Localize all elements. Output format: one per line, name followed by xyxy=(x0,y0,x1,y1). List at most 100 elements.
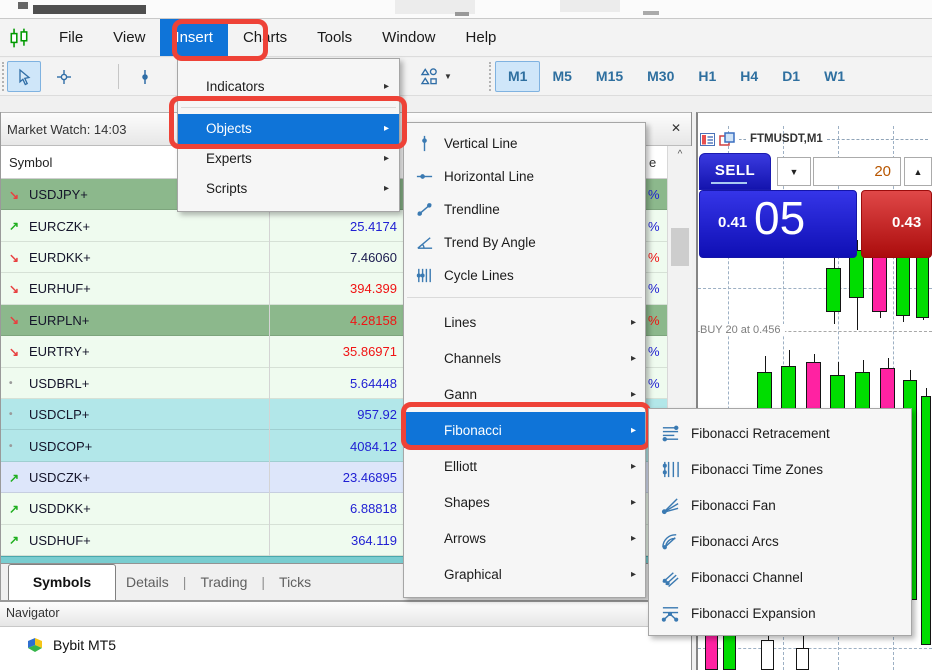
tab-details[interactable]: Details xyxy=(126,574,169,590)
fibonacci-menu-item-fibonacci-arcs[interactable]: Fibonacci Arcs xyxy=(649,523,911,559)
objects-menu-item-gann[interactable]: Gann▸ xyxy=(404,376,645,412)
objects-menu-item-horizontal-line[interactable]: Horizontal Line xyxy=(404,160,645,193)
scrollbar-thumb[interactable] xyxy=(671,228,689,266)
objects-menu-item-shapes[interactable]: Shapes▸ xyxy=(404,484,645,520)
chart-symbol-label: FTMUSDT,M1 xyxy=(750,133,823,145)
toolbar-grip[interactable] xyxy=(489,62,491,91)
objects-menu-item-trend-by-angle[interactable]: Trend By Angle xyxy=(404,226,645,259)
trend-down-icon: ↘ xyxy=(9,251,25,265)
broker-label: Bybit MT5 xyxy=(53,637,116,653)
menu-item-window[interactable]: Window xyxy=(367,19,450,56)
symbol-label: EURCZK+ xyxy=(29,219,90,234)
cursor-tool-button[interactable] xyxy=(7,61,41,92)
fibonacci-menu-item-fibonacci-time-zones[interactable]: Fibonacci Time Zones xyxy=(649,451,911,487)
insert-menu-item-indicators[interactable]: Indicators▸ xyxy=(178,72,399,102)
tab-symbols[interactable]: Symbols xyxy=(8,564,116,600)
fibonacci-menu-item-fibonacci-retracement[interactable]: Fibonacci Retracement xyxy=(649,415,911,451)
tab-separator: | xyxy=(261,574,265,590)
insert-menu-item-experts[interactable]: Experts▸ xyxy=(178,144,399,174)
objects-menu-item-graphical[interactable]: Graphical▸ xyxy=(404,556,645,592)
window-fragment xyxy=(455,12,469,16)
bid-value: 4.28158 xyxy=(253,313,397,328)
dropdown-caret-icon: ▼ xyxy=(444,72,452,81)
menu-item-label: Fibonacci Fan xyxy=(691,498,776,513)
symbol-label: USDDKK+ xyxy=(29,501,91,516)
navigator-broker-item[interactable]: Bybit MT5 xyxy=(0,636,691,653)
timeframe-m30[interactable]: M30 xyxy=(635,61,686,92)
menu-item-label: Elliott xyxy=(444,459,631,474)
symbol-label: USDCZK+ xyxy=(29,470,90,485)
submenu-arrow-icon: ▸ xyxy=(384,72,389,102)
trend-down-icon: ↘ xyxy=(9,313,25,327)
change-percent-fragment: % xyxy=(648,344,660,359)
bid-value: 25.4174 xyxy=(253,219,397,234)
buy-price-button[interactable]: 0.43 xyxy=(861,190,932,258)
inactive-tabs: Details|Trading|Ticks xyxy=(126,564,311,599)
vertical-line-tool-button[interactable] xyxy=(128,61,162,92)
symbol-label: USDBRL+ xyxy=(29,376,89,391)
submenu-arrow-icon: ▸ xyxy=(631,425,636,436)
insert-menu-item-scripts[interactable]: Scripts▸ xyxy=(178,174,399,204)
change-percent-fragment: % xyxy=(648,281,660,296)
tab-trading[interactable]: Trading xyxy=(200,574,247,590)
submenu-arrow-icon: ▸ xyxy=(631,461,636,472)
timeframe-h1[interactable]: H1 xyxy=(686,61,728,92)
objects-menu-item-arrows[interactable]: Arrows▸ xyxy=(404,520,645,556)
timeframe-m15[interactable]: M15 xyxy=(584,61,635,92)
chart-windows-icon[interactable] xyxy=(719,132,735,146)
fibonacci-menu-item-fibonacci-expansion[interactable]: Fibonacci Expansion xyxy=(649,595,911,631)
fibo-expansion-icon xyxy=(649,604,691,623)
menu-item-label: Experts xyxy=(206,151,252,166)
fibonacci-menu-item-fibonacci-channel[interactable]: Fibonacci Channel xyxy=(649,559,911,595)
change-percent-fragment: % xyxy=(648,187,660,202)
objects-menu-item-cycle-lines[interactable]: Cycle Lines xyxy=(404,259,645,292)
gridline-dash xyxy=(739,139,746,140)
menu-item-tools[interactable]: Tools xyxy=(302,19,367,56)
crosshair-tool-button[interactable] xyxy=(47,61,81,92)
objects-menu-item-vertical-line[interactable]: Vertical Line xyxy=(404,127,645,160)
menu-item-help[interactable]: Help xyxy=(451,19,512,56)
fibonacci-menu-item-fibonacci-fan[interactable]: Fibonacci Fan xyxy=(649,487,911,523)
timeframe-m5[interactable]: M5 xyxy=(540,61,583,92)
objects-menu-item-elliott[interactable]: Elliott▸ xyxy=(404,448,645,484)
candle-body xyxy=(872,250,887,312)
objects-toolbar-button[interactable]: ▼ xyxy=(416,61,456,92)
column-header-fragment: e xyxy=(649,155,656,170)
menu-item-label: Horizontal Line xyxy=(444,169,645,184)
volume-field[interactable]: 20 xyxy=(813,157,901,186)
timeframe-w1[interactable]: W1 xyxy=(812,61,857,92)
navigator-title[interactable]: Navigator xyxy=(0,602,691,627)
toolbar-grip[interactable] xyxy=(2,62,4,91)
menu-item-insert[interactable]: Insert xyxy=(160,19,228,56)
menu-item-charts[interactable]: Charts xyxy=(228,19,302,56)
timeframe-m1[interactable]: M1 xyxy=(495,61,540,92)
objects-menu-item-lines[interactable]: Lines▸ xyxy=(404,304,645,340)
trend-up-icon: ↗ xyxy=(9,471,25,485)
objects-menu-item-trendline[interactable]: Trendline xyxy=(404,193,645,226)
insert-menu-item-objects[interactable]: Objects▸ xyxy=(178,114,399,144)
tab-ticks[interactable]: Ticks xyxy=(279,574,311,590)
objects-menu-item-fibonacci[interactable]: Fibonacci▸ xyxy=(404,412,645,448)
timeframe-h4[interactable]: H4 xyxy=(728,61,770,92)
one-click-panel-icon[interactable] xyxy=(700,133,715,146)
menu-separator xyxy=(181,107,396,108)
trend-flat-icon: • xyxy=(9,378,25,389)
bid-value: 364.119 xyxy=(253,533,397,548)
menu-item-view[interactable]: View xyxy=(98,19,160,56)
menu-item-file[interactable]: File xyxy=(44,19,98,56)
objects-submenu: Vertical Line Horizontal Line TrendlineTre… xyxy=(403,122,646,598)
objects-menu-item-channels[interactable]: Channels▸ xyxy=(404,340,645,376)
sell-price-button[interactable]: 0.41 05 xyxy=(699,190,857,258)
navigator-panel: Navigator Bybit MT5 xyxy=(0,600,692,670)
sell-tab[interactable]: SELL xyxy=(699,153,771,190)
volume-up-button[interactable]: ▲ xyxy=(904,157,932,186)
menu-item-label: Vertical Line xyxy=(444,136,645,151)
timeframe-d1[interactable]: D1 xyxy=(770,61,812,92)
candle-body xyxy=(761,640,774,670)
symbol-label: EURTRY+ xyxy=(29,344,90,359)
close-icon[interactable]: ✕ xyxy=(668,121,684,135)
menu-items: FileViewInsertChartsToolsWindowHelp xyxy=(44,19,511,56)
volume-dropdown-button[interactable]: ▼ xyxy=(777,157,811,186)
trend-up-icon: ↗ xyxy=(9,533,25,547)
scroll-up-icon[interactable]: ^ xyxy=(668,146,692,164)
